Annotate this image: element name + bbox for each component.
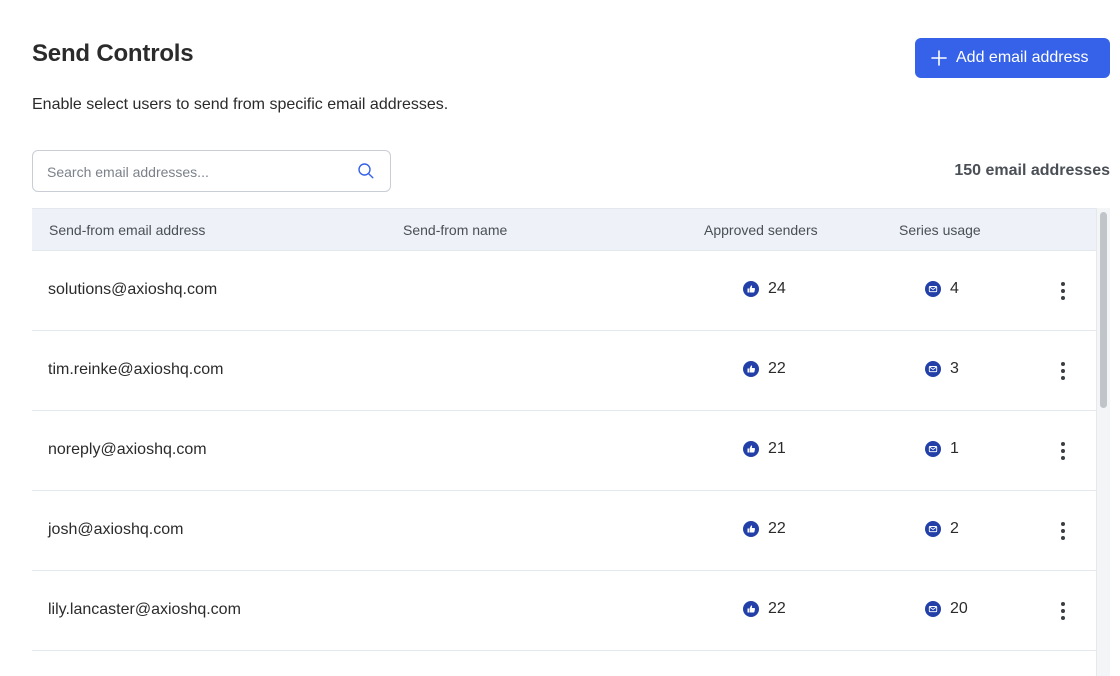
add-email-address-button[interactable]: Add email address (915, 38, 1110, 78)
table-scrollbar[interactable] (1096, 208, 1110, 676)
thumbs-up-icon (743, 521, 759, 537)
thumbs-up-icon (743, 361, 759, 377)
add-email-address-label: Add email address (956, 49, 1089, 66)
table-row[interactable]: noreply@axioshq.com 21 1 (32, 411, 1096, 491)
table-row[interactable]: tim.reinke@axioshq.com 22 3 (32, 331, 1096, 411)
search-icon[interactable] (357, 162, 375, 180)
series-usage-count: 3 (950, 360, 959, 377)
table-header: Send-from email address Send-from name A… (32, 208, 1096, 251)
more-vertical-icon[interactable] (1053, 359, 1073, 383)
email-cell: solutions@axioshq.com (48, 281, 218, 298)
page-title: Send Controls (32, 40, 194, 67)
column-header-series-usage[interactable]: Series usage (899, 222, 981, 238)
table-row[interactable]: lily.lancaster@axioshq.com 22 20 (32, 571, 1096, 651)
more-vertical-icon[interactable] (1053, 519, 1073, 543)
email-cell: josh@axioshq.com (48, 521, 184, 538)
series-usage-cell: 20 (925, 600, 968, 618)
envelope-icon (925, 601, 941, 617)
series-usage-count: 1 (950, 440, 959, 457)
approved-senders-count: 24 (768, 280, 786, 297)
series-usage-cell: 3 (925, 360, 959, 378)
search-input[interactable] (45, 151, 349, 193)
series-usage-cell: 4 (925, 280, 959, 298)
more-vertical-icon[interactable] (1053, 279, 1073, 303)
column-header-name[interactable]: Send-from name (403, 222, 507, 238)
approved-senders-count: 22 (768, 520, 786, 537)
approved-senders-cell: 22 (743, 520, 786, 538)
series-usage-cell: 2 (925, 520, 959, 538)
approved-senders-cell: 22 (743, 360, 786, 378)
table-scrollbar-thumb[interactable] (1100, 212, 1107, 408)
email-cell: tim.reinke@axioshq.com (48, 361, 224, 378)
page-subtitle: Enable select users to send from specifi… (32, 96, 449, 113)
more-vertical-icon[interactable] (1053, 439, 1073, 463)
approved-senders-count: 22 (768, 360, 786, 377)
send-controls-page: Send Controls Enable select users to sen… (0, 0, 1120, 676)
envelope-icon (925, 281, 941, 297)
series-usage-count: 2 (950, 520, 959, 537)
email-cell: lily.lancaster@axioshq.com (48, 601, 241, 618)
approved-senders-count: 22 (768, 600, 786, 617)
more-vertical-icon[interactable] (1053, 599, 1073, 623)
approved-senders-count: 21 (768, 440, 786, 457)
thumbs-up-icon (743, 281, 759, 297)
table-row[interactable]: solutions@axioshq.com 24 4 (32, 251, 1096, 331)
approved-senders-cell: 22 (743, 600, 786, 618)
series-usage-count: 4 (950, 280, 959, 297)
search-box (32, 150, 391, 193)
email-address-count: 150 email addresses (954, 162, 1110, 179)
thumbs-up-icon (743, 441, 759, 457)
approved-senders-cell: 21 (743, 440, 786, 458)
table-row[interactable]: josh@axioshq.com 22 2 (32, 491, 1096, 571)
series-usage-cell: 1 (925, 440, 959, 458)
thumbs-up-icon (743, 601, 759, 617)
series-usage-count: 20 (950, 600, 968, 617)
plus-icon (930, 49, 948, 67)
envelope-icon (925, 361, 941, 377)
approved-senders-cell: 24 (743, 280, 786, 298)
column-header-approved-senders[interactable]: Approved senders (704, 222, 818, 238)
column-header-email[interactable]: Send-from email address (49, 222, 205, 238)
email-cell: noreply@axioshq.com (48, 441, 207, 458)
envelope-icon (925, 441, 941, 457)
email-address-table: Send-from email address Send-from name A… (32, 208, 1096, 651)
envelope-icon (925, 521, 941, 537)
